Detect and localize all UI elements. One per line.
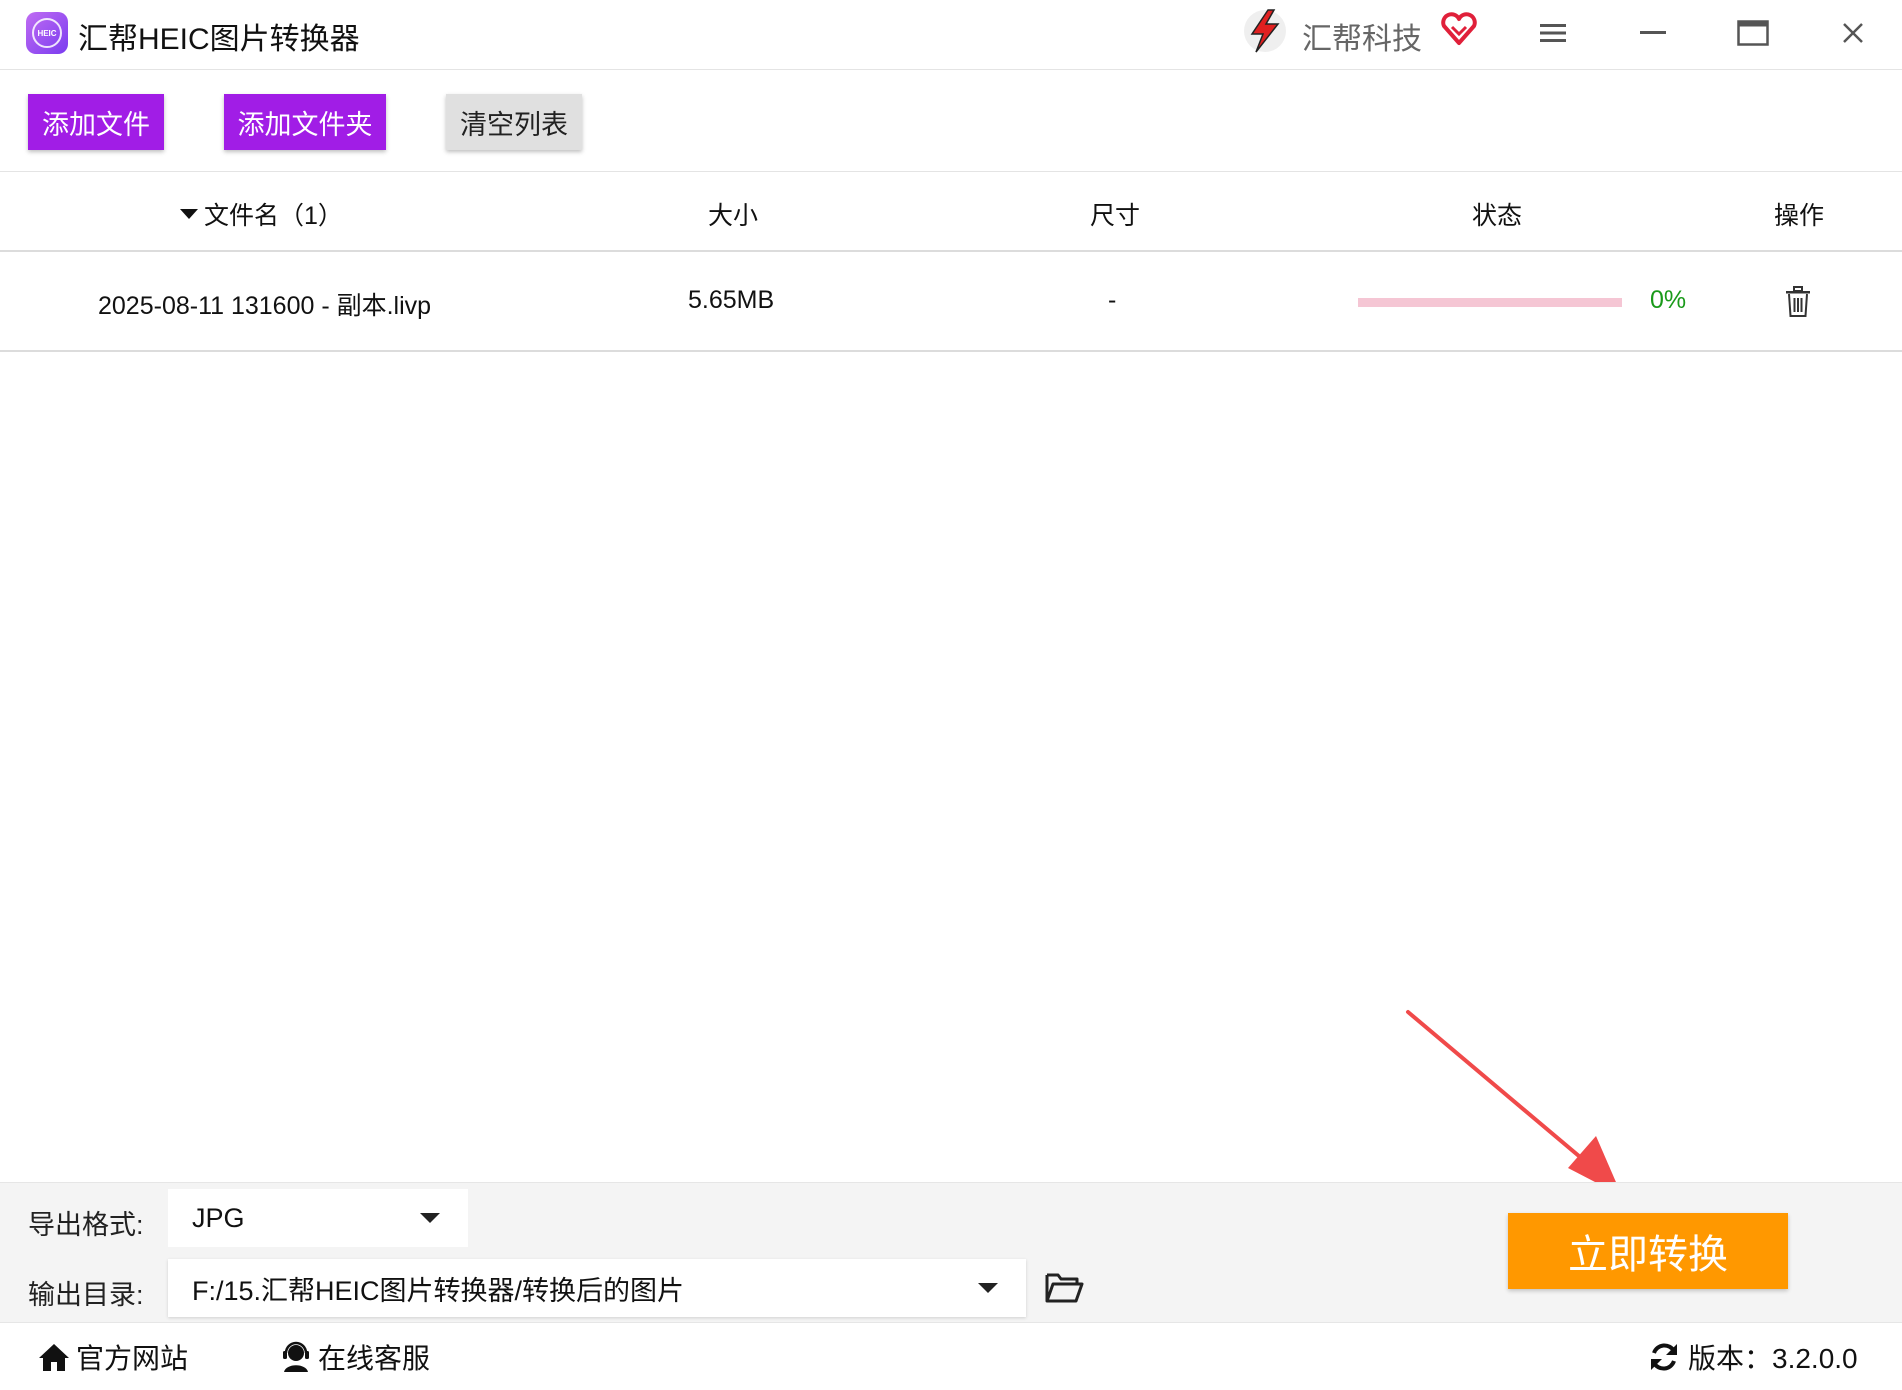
minimize-icon <box>1640 31 1666 34</box>
maximize-button[interactable] <box>1728 10 1778 56</box>
app-logo-text: HEIC <box>32 18 62 48</box>
heart-icon[interactable] <box>1440 10 1478 48</box>
output-dir-label: 输出目录: <box>28 1280 144 1310</box>
output-settings-panel: 导出格式: JPG 输出目录: F:/15.汇帮HEIC图片转换器/转换后的图片… <box>0 1182 1902 1322</box>
minimize-button[interactable] <box>1628 10 1678 56</box>
column-header-size: 大小 <box>708 202 759 230</box>
format-select[interactable]: JPG <box>168 1189 468 1247</box>
format-select-value: JPG <box>192 1202 245 1233</box>
close-button[interactable] <box>1828 10 1878 56</box>
version-info[interactable]: 版本：3.2.0.0 <box>1648 1337 1858 1377</box>
column-header-action: 操作 <box>1774 202 1825 230</box>
maximize-icon <box>1737 20 1769 46</box>
online-service-link[interactable]: 在线客服 <box>280 1337 430 1377</box>
progress-percent: 0% <box>1650 286 1687 314</box>
output-dir-value: F:/15.汇帮HEIC图片转换器/转换后的图片 <box>192 1275 685 1306</box>
column-header-status: 状态 <box>1472 202 1523 230</box>
column-header-dimension: 尺寸 <box>1090 202 1141 230</box>
customer-service-icon <box>283 1341 309 1372</box>
refresh-icon <box>1651 1343 1677 1371</box>
clear-list-button[interactable]: 清空列表 <box>446 94 582 150</box>
brand-bolt-icon <box>1244 9 1286 53</box>
app-title: 汇帮HEIC图片转换器 <box>78 23 360 56</box>
official-website-label: 官方网站 <box>76 1343 189 1374</box>
format-label: 导出格式: <box>28 1210 144 1240</box>
online-service-label: 在线客服 <box>318 1343 431 1374</box>
menu-button[interactable] <box>1528 10 1578 56</box>
footer: 官方网站 在线客服 版本：3.2.0.0 <box>0 1322 1902 1390</box>
conversion-progress-bar <box>1358 298 1622 307</box>
toolbar: 添加文件 添加文件夹 清空列表 <box>0 70 1902 172</box>
delete-icon[interactable] <box>1784 286 1812 318</box>
file-size: 5.65MB <box>688 286 775 314</box>
column-header-name-label: 文件名（1） <box>204 202 343 230</box>
add-file-button[interactable]: 添加文件 <box>28 94 164 150</box>
brand-name: 汇帮科技 <box>1302 23 1422 56</box>
file-name: 2025-08-11 131600 - 副本.livp <box>98 292 432 320</box>
version-label: 版本：3.2.0.0 <box>1688 1343 1858 1374</box>
table-header: 文件名（1） 大小 尺寸 状态 操作 <box>0 172 1902 252</box>
table-row[interactable]: 2025-08-11 131600 - 副本.livp 5.65MB - 0% <box>0 254 1902 352</box>
hamburger-icon <box>1540 24 1566 42</box>
caret-down-icon <box>420 1213 440 1223</box>
open-folder-icon[interactable] <box>1044 1269 1084 1305</box>
file-dimension: - <box>1108 286 1117 314</box>
output-dir-select[interactable]: F:/15.汇帮HEIC图片转换器/转换后的图片 <box>168 1259 1026 1317</box>
title-bar: HEIC 汇帮HEIC图片转换器 汇帮科技 <box>0 0 1902 70</box>
sort-down-icon <box>180 209 198 219</box>
home-icon <box>39 1344 69 1371</box>
add-folder-button[interactable]: 添加文件夹 <box>224 94 386 150</box>
close-icon <box>1843 23 1863 43</box>
file-list-area[interactable] <box>0 352 1902 1182</box>
convert-now-button[interactable]: 立即转换 <box>1508 1213 1788 1289</box>
official-website-link[interactable]: 官方网站 <box>38 1337 188 1377</box>
column-header-name[interactable]: 文件名（1） <box>180 196 343 232</box>
caret-down-icon <box>978 1283 998 1293</box>
app-logo-icon: HEIC <box>26 12 68 54</box>
